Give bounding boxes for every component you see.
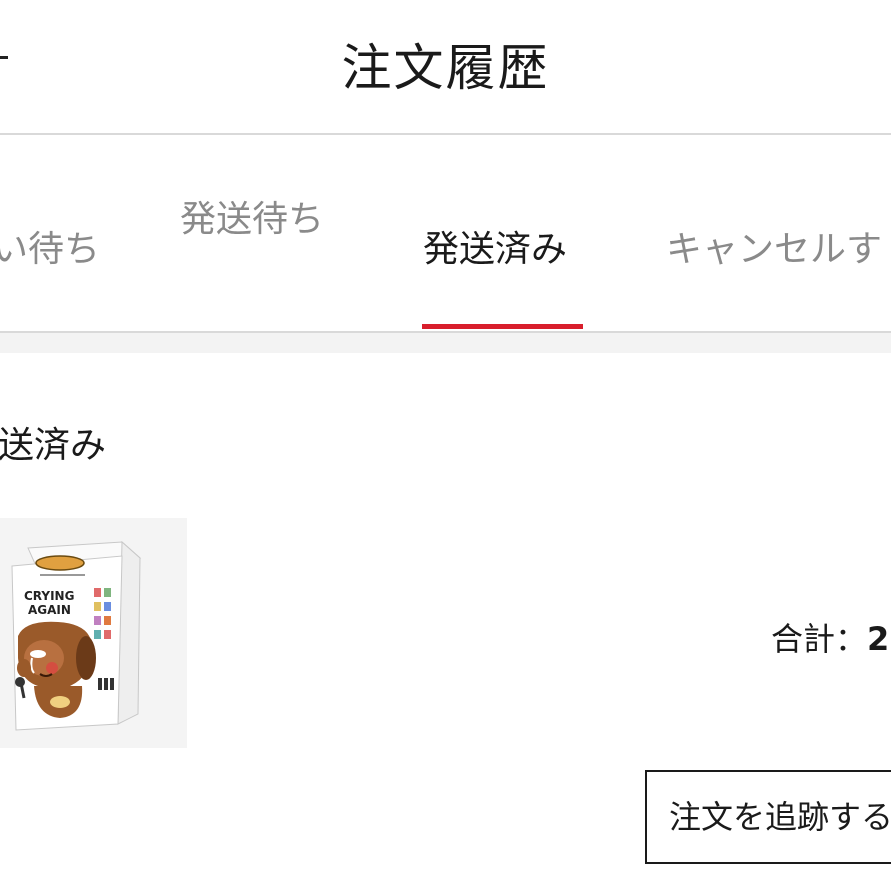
section-divider (0, 333, 891, 353)
tab-shipped[interactable]: 発送済み (423, 220, 567, 272)
total-amount: 2 (867, 620, 890, 658)
total-label: 合計： (771, 620, 868, 658)
active-tab-indicator (422, 324, 583, 329)
order-status-tabs: い待ち 発送待ち 発送済み キャンセルす (0, 135, 891, 333)
order-history-screen: 注文履歴 い待ち 発送待ち 発送済み キャンセルす 送済み CRYING AGA… (0, 0, 891, 891)
svg-text:CRYING: CRYING (24, 589, 74, 603)
tab-awaiting-payment[interactable]: い待ち (0, 220, 100, 272)
tab-cancelled[interactable]: キャンセルす (666, 220, 882, 272)
crying-character-box-icon: CRYING AGAIN (11, 540, 142, 731)
app-header: 注文履歴 (0, 0, 891, 135)
track-order-button[interactable]: 注文を追跡する (645, 770, 891, 864)
tab-awaiting-shipment[interactable]: 発送待ち (180, 190, 324, 242)
order-status-label: 送済み (0, 425, 107, 466)
product-thumbnail[interactable]: CRYING AGAIN (0, 518, 187, 748)
order-total: 合計：2 (771, 614, 889, 660)
page-title: 注文履歴 (341, 39, 550, 97)
svg-text:AGAIN: AGAIN (28, 603, 71, 617)
